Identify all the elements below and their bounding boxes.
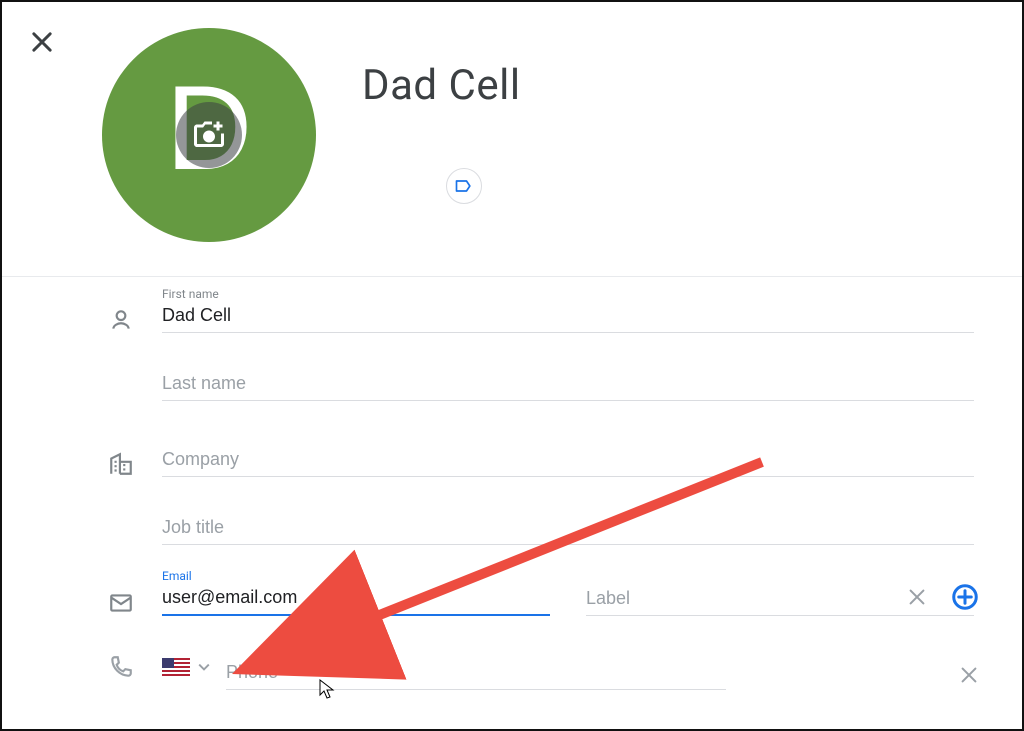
person-icon bbox=[108, 307, 162, 333]
contact-title: Dad Cell bbox=[362, 61, 521, 110]
add-email-button[interactable] bbox=[950, 582, 980, 612]
first-name-input[interactable] bbox=[162, 297, 974, 333]
chevron-down-icon bbox=[198, 663, 210, 671]
company-icon bbox=[108, 451, 162, 477]
camera-overlay bbox=[176, 102, 242, 168]
close-button[interactable] bbox=[28, 28, 56, 56]
plus-circle-icon bbox=[950, 582, 980, 612]
camera-add-icon bbox=[191, 117, 227, 153]
close-icon bbox=[958, 664, 980, 686]
company-input[interactable] bbox=[162, 441, 974, 477]
clear-email-button[interactable] bbox=[906, 586, 928, 608]
clear-phone-button[interactable] bbox=[958, 664, 980, 686]
phone-input[interactable] bbox=[226, 654, 726, 690]
close-icon bbox=[906, 586, 928, 608]
phone-icon bbox=[108, 654, 162, 680]
us-flag-icon bbox=[162, 658, 190, 676]
last-name-input[interactable] bbox=[162, 365, 974, 401]
contact-header: D Dad Cell bbox=[2, 2, 1022, 242]
manage-labels-button[interactable] bbox=[446, 168, 482, 204]
first-name-label: First name bbox=[162, 287, 219, 301]
contact-edit-dialog: D Dad Cell First name bbox=[0, 0, 1024, 731]
email-label: Email bbox=[162, 569, 192, 583]
job-title-input[interactable] bbox=[162, 509, 974, 545]
email-input[interactable] bbox=[162, 579, 550, 616]
avatar-picker[interactable]: D bbox=[102, 28, 316, 242]
country-code-select[interactable] bbox=[162, 658, 210, 676]
contact-form: First name bbox=[2, 287, 1022, 690]
close-icon bbox=[28, 28, 56, 56]
label-icon bbox=[454, 176, 474, 196]
email-icon bbox=[108, 590, 162, 616]
header-divider bbox=[2, 276, 1022, 277]
